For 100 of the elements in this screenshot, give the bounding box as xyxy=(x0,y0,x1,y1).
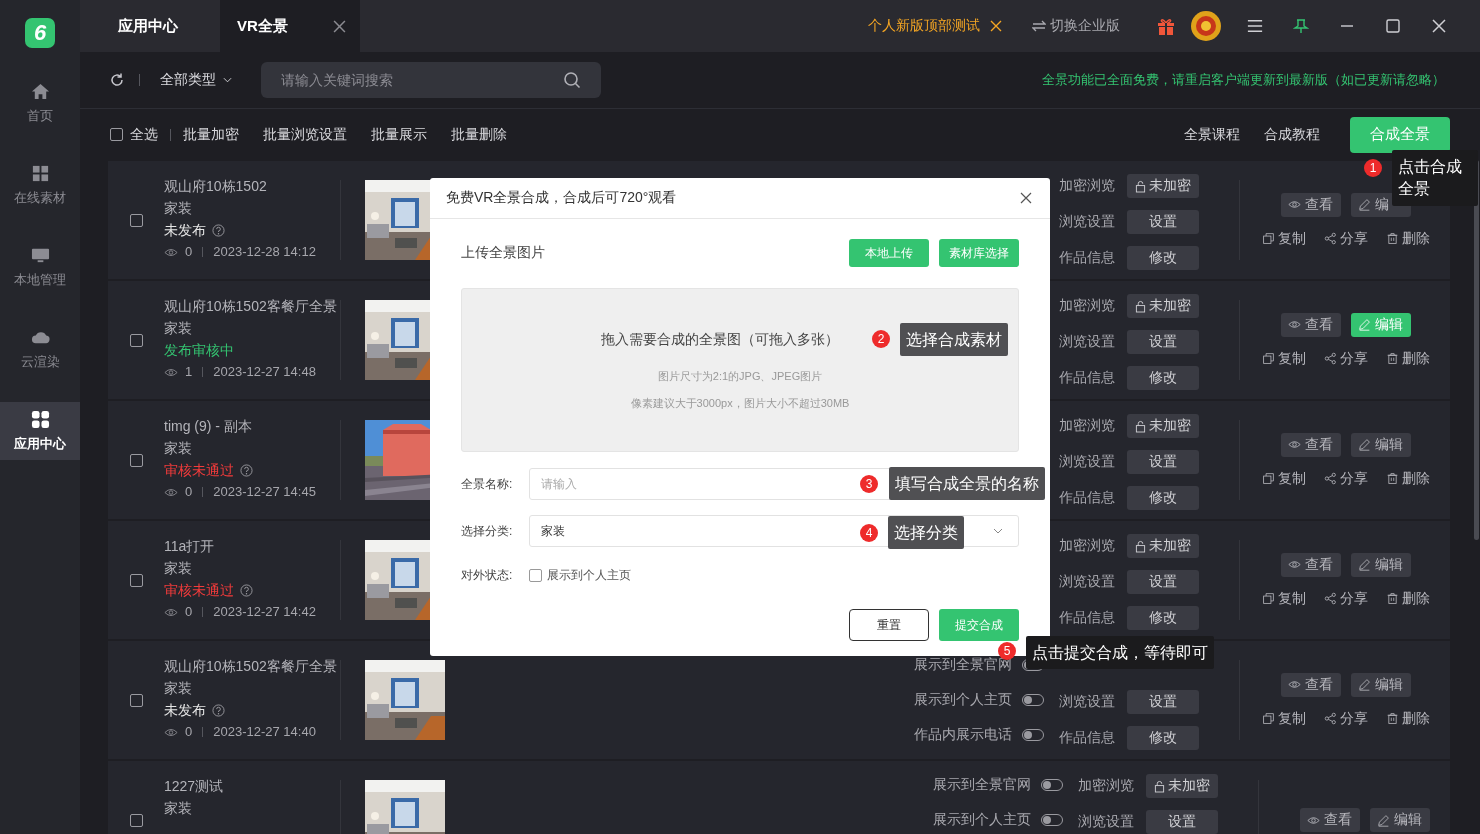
setting-button[interactable]: 修改 xyxy=(1127,366,1199,390)
setting-button[interactable]: 修改 xyxy=(1127,726,1199,750)
checkbox[interactable] xyxy=(130,813,143,827)
action-button[interactable]: 查看 xyxy=(1281,192,1341,217)
help-icon[interactable] xyxy=(212,703,225,717)
item-date: 2023-12-27 14:48 xyxy=(213,363,316,381)
action-link[interactable]: 复制 xyxy=(1262,349,1306,368)
sidebar-item[interactable]: 在线素材 xyxy=(0,156,80,214)
tutorial-link[interactable]: 合成教程 xyxy=(1264,125,1320,144)
setting-button[interactable]: 设置 xyxy=(1146,810,1218,834)
action-link[interactable]: 分享 xyxy=(1324,349,1368,368)
setting-label: 浏览设置 xyxy=(1059,573,1115,591)
action-link[interactable]: 删除 xyxy=(1386,469,1430,488)
action-link[interactable]: 删除 xyxy=(1386,229,1430,248)
batch-action-link[interactable]: 批量加密 xyxy=(183,125,239,144)
batch-action-link[interactable]: 批量浏览设置 xyxy=(263,125,347,144)
item-category: 家装 xyxy=(164,319,193,338)
checkbox[interactable] xyxy=(130,573,143,587)
action-link[interactable]: 复制 xyxy=(1262,589,1306,608)
action-button[interactable]: 查看 xyxy=(1281,552,1341,577)
notice-text: 个人新版顶部测试 xyxy=(868,17,980,35)
help-icon[interactable] xyxy=(212,223,225,237)
status-text: 未发布 xyxy=(164,701,206,720)
setting-button[interactable]: 修改 xyxy=(1127,246,1199,270)
gift-icon[interactable] xyxy=(1156,16,1176,36)
toggle-label: 展示到个人主页 xyxy=(914,691,1012,709)
menu-icon[interactable] xyxy=(1247,18,1263,34)
item-category: 家装 xyxy=(164,679,193,698)
setting-button[interactable]: 未加密 xyxy=(1127,174,1199,198)
setting-button[interactable]: 设置 xyxy=(1127,450,1199,474)
setting-label: 作品信息 xyxy=(1059,609,1115,627)
checkbox[interactable] xyxy=(110,128,123,141)
batch-action-link[interactable]: 批量删除 xyxy=(451,125,507,144)
action-link[interactable]: 复制 xyxy=(1262,709,1306,728)
action-button[interactable]: 编辑 xyxy=(1370,808,1430,832)
action-button[interactable]: 编辑 xyxy=(1351,672,1411,697)
action-link[interactable]: 删除 xyxy=(1386,589,1430,608)
action-link[interactable]: 分享 xyxy=(1324,589,1368,608)
item-title: 1227测试 xyxy=(164,777,225,796)
close-icon[interactable] xyxy=(990,20,1002,32)
setting-label: 加密浏览 xyxy=(1078,777,1134,795)
pencil-icon xyxy=(1358,318,1371,331)
action-button[interactable]: 查看 xyxy=(1281,672,1341,697)
setting-button[interactable]: 未加密 xyxy=(1127,294,1199,318)
maximize-icon[interactable] xyxy=(1385,18,1401,34)
action-link[interactable]: 删除 xyxy=(1386,349,1430,368)
setting-button[interactable]: 设置 xyxy=(1127,690,1199,714)
search-field[interactable]: 请输入关键词搜索 xyxy=(261,62,601,98)
action-button[interactable]: 查看 xyxy=(1300,808,1360,832)
help-icon[interactable] xyxy=(240,583,253,597)
pin-icon[interactable] xyxy=(1293,18,1309,34)
toggle-label: 展示到个人主页 xyxy=(933,811,1031,829)
setting-button[interactable]: 设置 xyxy=(1127,210,1199,234)
action-link[interactable]: 分享 xyxy=(1324,469,1368,488)
pencil-icon xyxy=(1358,558,1371,571)
checkbox[interactable] xyxy=(130,453,143,467)
action-link[interactable]: 复制 xyxy=(1262,469,1306,488)
tab[interactable]: 应用中心 xyxy=(80,0,220,52)
sidebar-item[interactable]: 应用中心 xyxy=(0,402,80,460)
view-count: 0 xyxy=(185,723,193,741)
action-link[interactable]: 分享 xyxy=(1324,229,1368,248)
home-icon xyxy=(30,81,50,101)
search-icon[interactable] xyxy=(563,71,581,89)
setting-button[interactable]: 设置 xyxy=(1127,570,1199,594)
help-icon[interactable] xyxy=(240,463,253,477)
scrollbar[interactable] xyxy=(1474,160,1479,540)
action-button[interactable]: 编辑 xyxy=(1351,432,1411,457)
setting-button[interactable]: 未加密 xyxy=(1146,774,1218,798)
eye-icon xyxy=(1288,558,1301,571)
trash-icon xyxy=(1386,712,1399,725)
action-link[interactable]: 删除 xyxy=(1386,709,1430,728)
sidebar-item[interactable]: 首页 xyxy=(0,74,80,132)
setting-button[interactable]: 未加密 xyxy=(1127,534,1199,558)
sidebar-item[interactable]: 本地管理 xyxy=(0,238,80,296)
batch-action-link[interactable]: 批量展示 xyxy=(371,125,427,144)
action-button[interactable]: 查看 xyxy=(1281,312,1341,337)
checkbox[interactable] xyxy=(130,213,143,227)
setting-button[interactable]: 设置 xyxy=(1127,330,1199,354)
action-button[interactable]: 查看 xyxy=(1281,432,1341,457)
avatar[interactable] xyxy=(1191,11,1221,41)
action-button[interactable]: 编辑 xyxy=(1351,552,1411,577)
setting-button[interactable]: 修改 xyxy=(1127,606,1199,630)
checkbox[interactable] xyxy=(130,333,143,347)
checkbox[interactable] xyxy=(529,568,542,582)
close-icon[interactable] xyxy=(333,19,346,33)
sidebar-item[interactable]: 云渲染 xyxy=(0,320,80,378)
action-link[interactable]: 分享 xyxy=(1324,709,1368,728)
reset-button[interactable]: 重置 xyxy=(849,609,929,641)
refresh-icon[interactable] xyxy=(109,72,125,88)
close-icon[interactable] xyxy=(1020,192,1032,204)
item-title: 11a打开 xyxy=(164,537,216,556)
tutorial-link[interactable]: 全景课程 xyxy=(1184,125,1240,144)
checkbox[interactable] xyxy=(130,693,143,707)
type-dropdown[interactable]: 全部类型 xyxy=(160,71,232,89)
tab[interactable]: VR全景 xyxy=(220,0,360,52)
switch-button[interactable]: 切换企业版 xyxy=(1032,17,1120,35)
action-link[interactable]: 复制 xyxy=(1262,229,1306,248)
setting-button[interactable]: 未加密 xyxy=(1127,414,1199,438)
callout-tooltip: 选择分类 xyxy=(888,516,964,549)
setting-button[interactable]: 修改 xyxy=(1127,486,1199,510)
